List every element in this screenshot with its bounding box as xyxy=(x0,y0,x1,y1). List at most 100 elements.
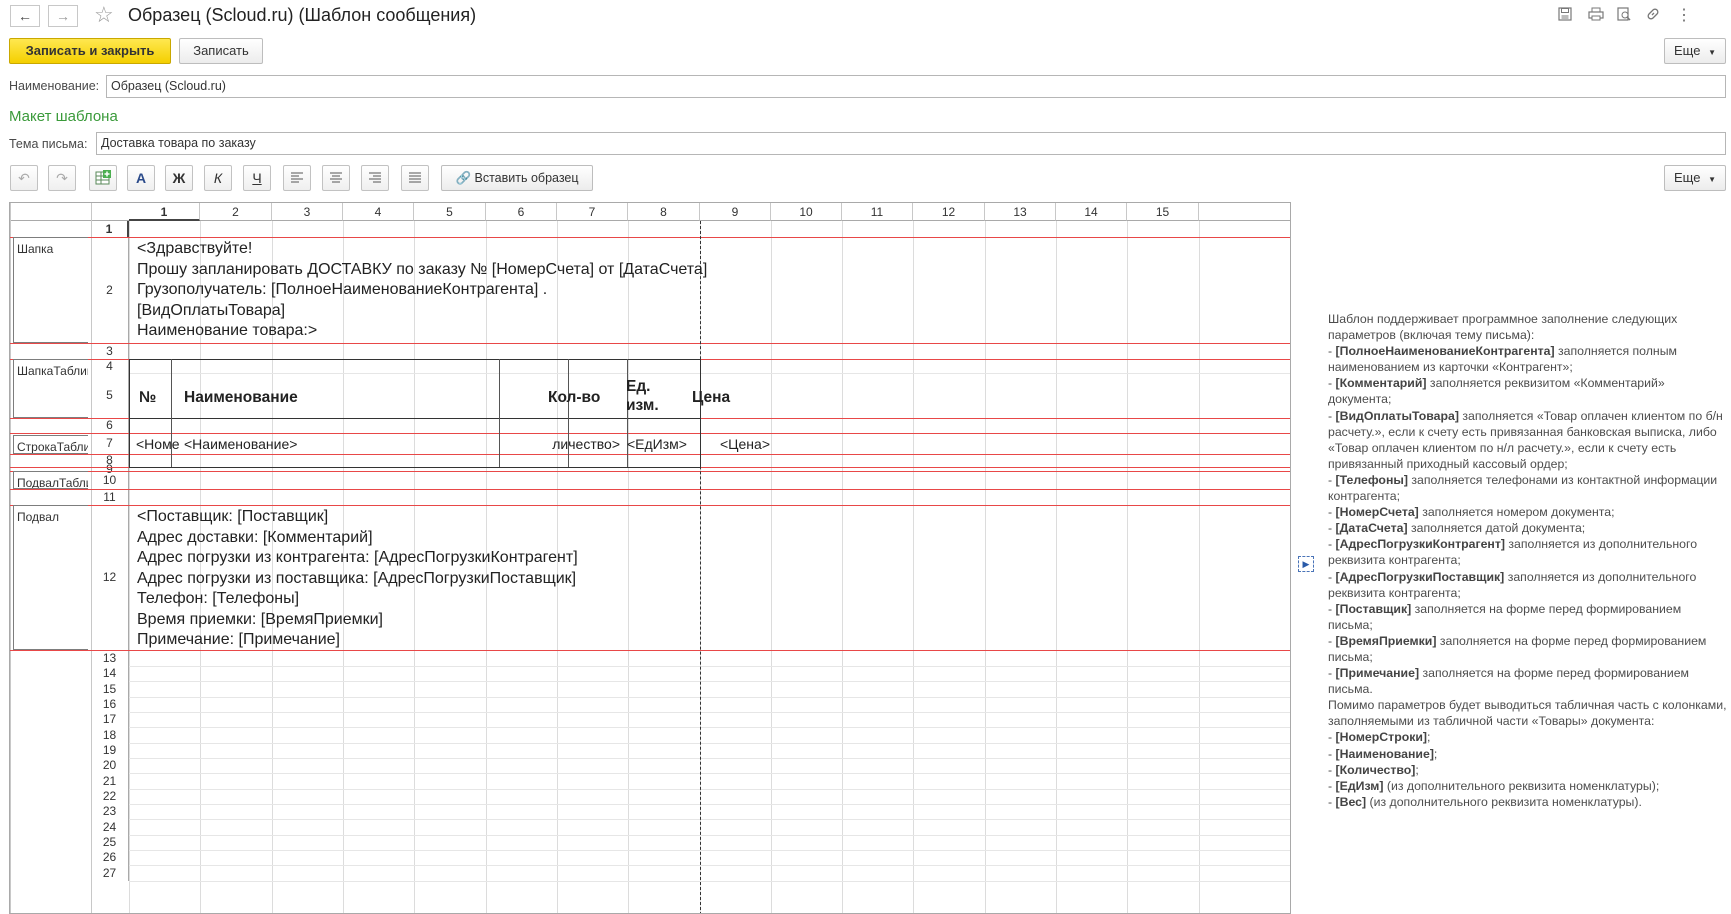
footer-line: Время приемки: [ВремяПриемки] xyxy=(137,610,383,628)
row-cell-num[interactable]: <Номе xyxy=(136,436,179,452)
help-item: - [Телефоны] заполняется телефонами из к… xyxy=(1328,472,1718,504)
row-number[interactable]: 15 xyxy=(91,681,129,697)
row-number[interactable]: 17 xyxy=(91,712,129,727)
grid-row-line xyxy=(129,850,1290,851)
expand-help-button[interactable]: ▶ xyxy=(1298,556,1314,572)
row-cell-unit[interactable]: <ЕдИзм> xyxy=(627,436,691,452)
column-header[interactable]: 5 xyxy=(414,203,486,221)
column-header[interactable]: 8 xyxy=(628,203,700,221)
insert-table-button[interactable] xyxy=(89,165,117,191)
insert-sample-button[interactable]: 🔗 Вставить образец xyxy=(441,165,593,191)
row-number[interactable]: 20 xyxy=(91,758,129,773)
grid-row-line xyxy=(129,666,1290,667)
row-number[interactable]: 10 xyxy=(91,471,129,489)
column-header[interactable]: 6 xyxy=(486,203,557,221)
col-header-name: Наименование xyxy=(184,389,298,406)
row-number[interactable]: 21 xyxy=(91,773,129,789)
row-number[interactable]: 11 xyxy=(91,489,129,505)
row-number[interactable]: 14 xyxy=(91,666,129,681)
redo-button[interactable]: ↷ xyxy=(48,165,76,191)
italic-button[interactable]: К xyxy=(204,165,232,191)
row-number[interactable]: 2 xyxy=(91,237,129,343)
row-number[interactable]: 27 xyxy=(91,865,129,881)
row-cell-price[interactable]: <Цена> xyxy=(698,436,770,452)
help-intro: Шаблон поддерживает программное заполнен… xyxy=(1328,312,1678,343)
column-header[interactable]: 11 xyxy=(842,203,913,221)
format-more-label: Еще xyxy=(1674,170,1701,185)
header-line: [ВидОплатыТовара] xyxy=(137,301,286,319)
header-text[interactable]: <Здравствуйте! Прошу запланировать ДОСТА… xyxy=(137,239,707,342)
row-number[interactable]: 12 xyxy=(91,505,129,650)
column-header[interactable]: 4 xyxy=(343,203,414,221)
row-number[interactable]: 4 xyxy=(91,359,129,373)
more-vertical-icon[interactable]: ⋮ xyxy=(1674,6,1694,26)
align-justify-button[interactable] xyxy=(401,165,429,191)
row-cell-name[interactable]: <Наименование> xyxy=(184,436,544,452)
column-header[interactable]: 1 xyxy=(129,203,200,221)
column-header[interactable]: 2 xyxy=(200,203,272,221)
row-number[interactable]: 19 xyxy=(91,743,129,758)
row-number[interactable]: 7 xyxy=(91,433,129,454)
row-number[interactable]: 16 xyxy=(91,697,129,712)
row-number[interactable]: 24 xyxy=(91,819,129,835)
print-icon[interactable] xyxy=(1586,6,1606,26)
row-cell-qty[interactable]: личество> xyxy=(540,436,620,452)
align-left-button[interactable] xyxy=(283,165,311,191)
row-number[interactable]: 1 xyxy=(91,221,129,237)
align-center-button[interactable] xyxy=(322,165,350,191)
header-line: Грузополучатель: [ПолноеНаименованиеКонт… xyxy=(137,281,548,298)
row-number[interactable]: 26 xyxy=(91,850,129,865)
format-more-button[interactable]: Еще ▼ xyxy=(1664,165,1726,191)
bold-button[interactable]: Ж xyxy=(165,165,193,191)
help-param-name: [НомерСтроки] xyxy=(1335,730,1428,745)
font-button[interactable]: A xyxy=(127,165,155,191)
name-field[interactable]: Образец (Scloud.ru) xyxy=(106,75,1726,98)
align-right-button[interactable] xyxy=(361,165,389,191)
back-button[interactable]: ← xyxy=(10,5,40,27)
column-header[interactable]: 15 xyxy=(1127,203,1199,221)
column-header[interactable]: 7 xyxy=(557,203,628,221)
subject-label: Тема письма: xyxy=(9,137,88,151)
row-number[interactable]: 25 xyxy=(91,835,129,850)
column-header[interactable]: 12 xyxy=(913,203,985,221)
help-item: - [ВидОплатыТовара] заполняется «Товар о… xyxy=(1328,408,1723,471)
column-header[interactable]: 9 xyxy=(700,203,771,221)
save-button[interactable]: Записать xyxy=(179,38,263,64)
grid-column-line xyxy=(1199,221,1200,913)
help-param-name: [ДатаСчета] xyxy=(1335,521,1408,536)
grid-row-line xyxy=(129,881,1290,882)
footer-text[interactable]: <Поставщик: [Поставщик] Адрес доставки: … xyxy=(137,507,578,651)
undo-icon: ↶ xyxy=(18,170,30,186)
subject-field[interactable]: Доставка товара по заказу xyxy=(96,132,1726,155)
name-label: Наименование: xyxy=(9,79,100,93)
table-border xyxy=(129,359,700,360)
area-boundary-line xyxy=(10,433,1290,434)
column-header[interactable]: 13 xyxy=(985,203,1056,221)
row-number[interactable]: 5 xyxy=(91,373,129,418)
save-icon[interactable] xyxy=(1555,6,1575,26)
row-number[interactable]: 22 xyxy=(91,789,129,804)
link-icon[interactable] xyxy=(1643,6,1663,26)
row-number[interactable]: 18 xyxy=(91,727,129,743)
column-header[interactable]: 3 xyxy=(272,203,343,221)
preview-icon[interactable] xyxy=(1614,6,1634,26)
row-number[interactable]: 3 xyxy=(91,343,129,359)
footer-line: Телефон: [Телефоны] xyxy=(137,590,300,607)
forward-button[interactable]: → xyxy=(48,5,78,27)
underline-button[interactable]: Ч xyxy=(243,165,271,191)
row-number[interactable]: 13 xyxy=(91,650,129,666)
star-icon[interactable]: ☆ xyxy=(94,2,114,28)
row-number[interactable]: 6 xyxy=(91,418,129,433)
undo-button[interactable]: ↶ xyxy=(10,165,38,191)
spreadsheet-document[interactable]: 1 2 3 4 5 6 7 8 9 10 11 12 13 14 15 1 2 3 4 5 6 7 8 9 10 11 12 13 14… xyxy=(9,202,1291,914)
underline-label: Ч xyxy=(252,170,262,186)
help-param-name: [Количество] xyxy=(1335,762,1416,777)
row-number[interactable]: 23 xyxy=(91,804,129,819)
help-param-name: [ВидОплатыТовара] xyxy=(1335,408,1459,423)
help-param-name: [ВремяПриемки] xyxy=(1335,633,1437,648)
column-header[interactable]: 14 xyxy=(1056,203,1127,221)
more-button[interactable]: Еще ▼ xyxy=(1664,38,1726,64)
save-and-close-button[interactable]: Записать и закрыть xyxy=(9,38,171,64)
grid-row-line xyxy=(129,835,1290,836)
column-header[interactable]: 10 xyxy=(771,203,842,221)
